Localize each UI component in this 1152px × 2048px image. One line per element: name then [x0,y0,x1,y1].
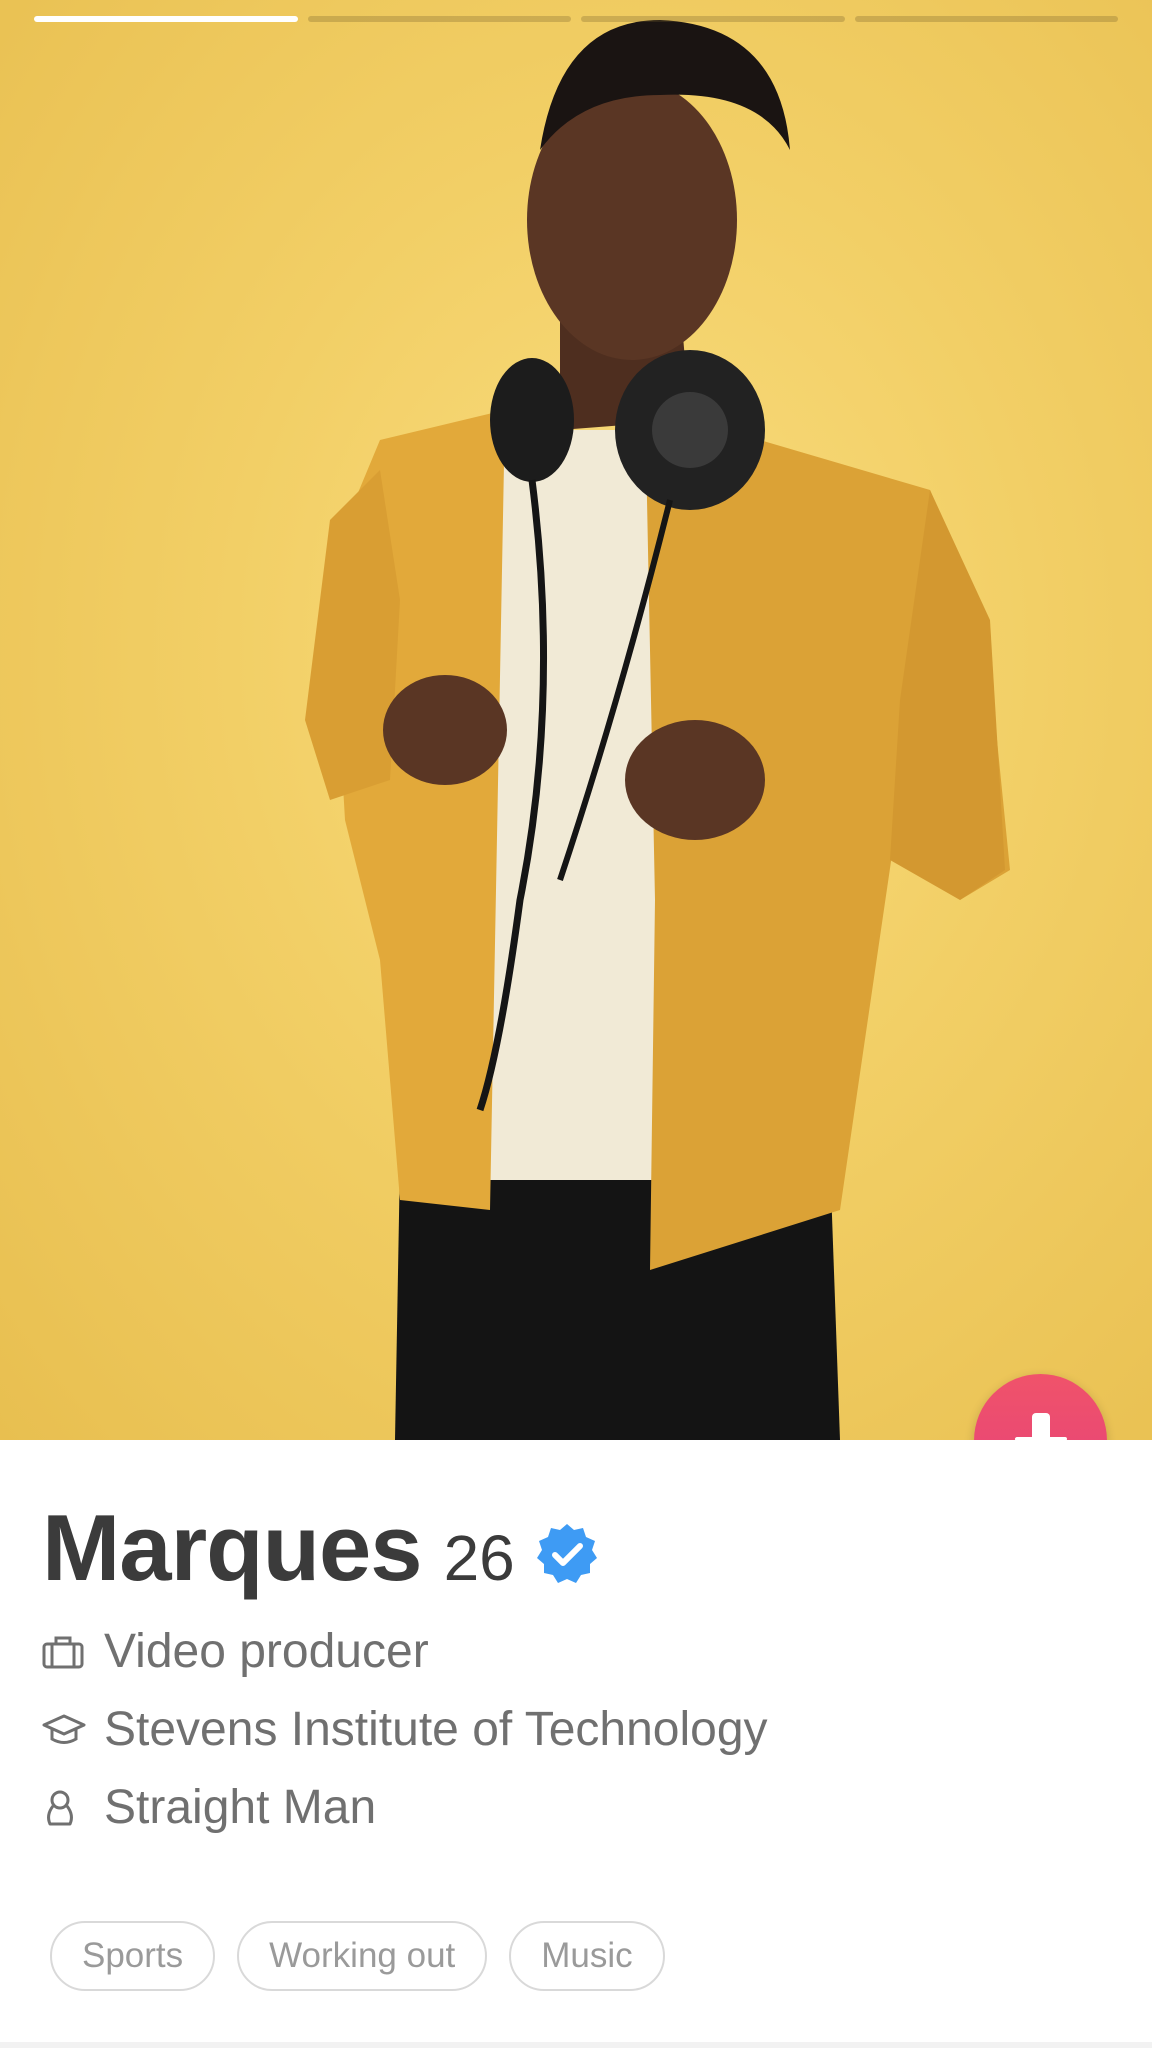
name-row: Marques 26 [42,1494,599,1602]
interest-tag[interactable]: Sports [50,1921,216,1991]
person-illustration [305,20,1010,1440]
divider [0,2042,1152,2048]
profile-age: 26 [443,1522,515,1594]
graduation-cap-icon [42,1707,88,1753]
verified-badge-icon [535,1522,599,1591]
briefcase-icon [42,1629,88,1675]
progress-segment-active [34,16,298,22]
identity-row: Straight Man [42,1780,376,1835]
progress-segment [581,16,845,22]
job-title: Video producer [104,1625,429,1678]
job-row: Video producer [42,1624,429,1679]
profile-name: Marques [42,1495,423,1600]
profile-info-panel: Marques 26 Video producer Stevens Instit… [0,1440,1152,2048]
progress-segment [307,16,571,22]
photo-progress-bar [34,16,1118,24]
interest-tags: Sports Working out Music [50,1921,665,1991]
person-icon [42,1785,88,1831]
identity-text: Straight Man [104,1781,377,1834]
profile-photo[interactable] [0,0,1152,1440]
school-name: Stevens Institute of Technology [104,1703,768,1756]
school-row: Stevens Institute of Technology [42,1702,768,1757]
interest-tag[interactable]: Working out [237,1921,488,1991]
progress-segment [854,16,1118,22]
interest-tag[interactable]: Music [509,1921,665,1991]
